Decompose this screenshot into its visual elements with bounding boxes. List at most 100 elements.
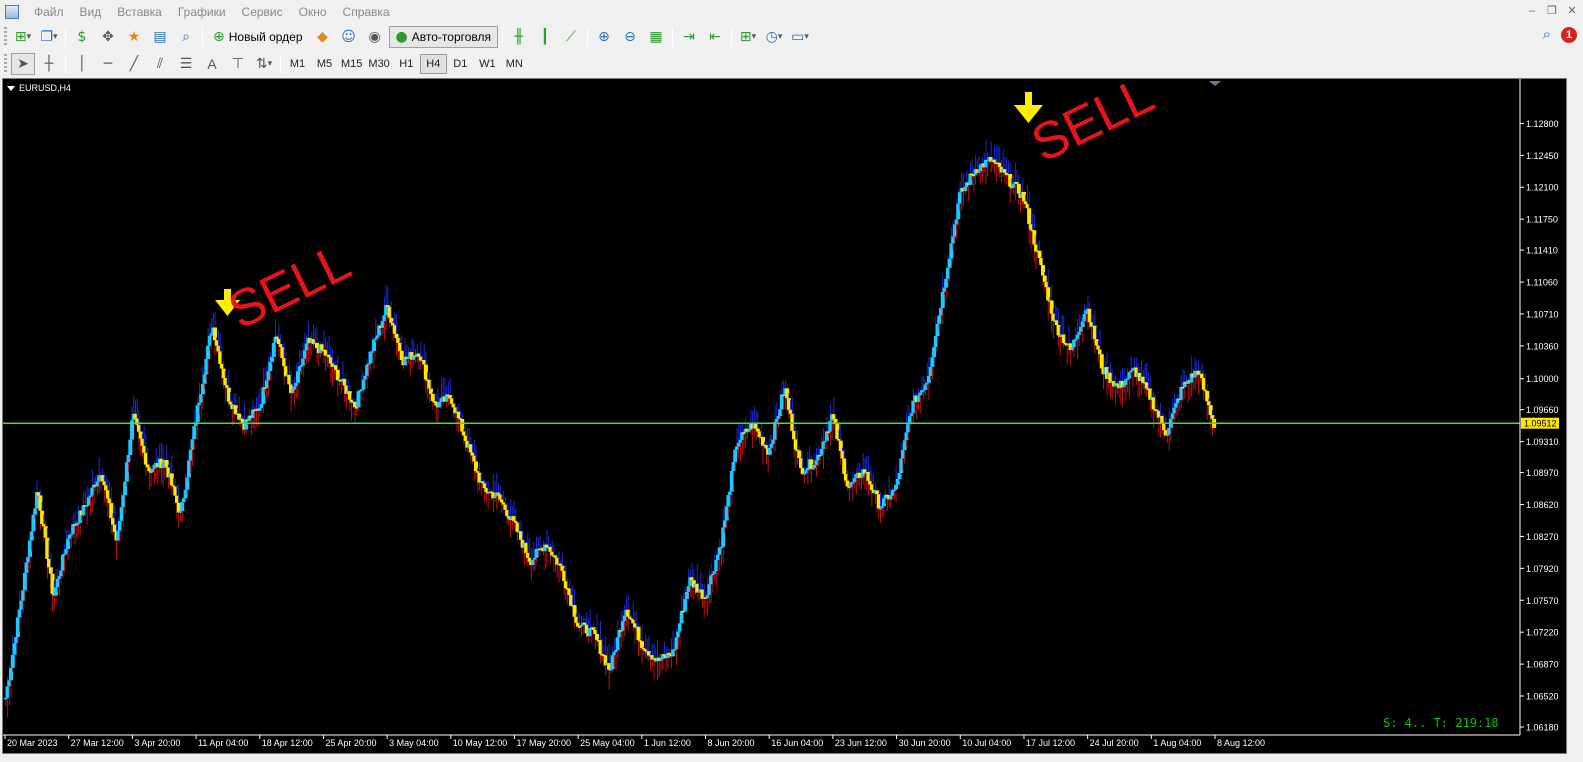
autotrading-button[interactable]: ● Авто-торговля	[388, 26, 499, 48]
zoom-out-button[interactable]: ⊖	[618, 26, 642, 48]
new-order-label: Новый ордер	[228, 30, 303, 44]
price-tick-label: 1.11410	[1526, 246, 1558, 256]
time-tick-label: 10 Jul 04:00	[962, 738, 1011, 748]
strategy-tester-button[interactable]: ⌕	[174, 26, 198, 48]
autotrading-icon: ●	[395, 29, 408, 45]
sell-label-2: SELL	[1023, 79, 1163, 174]
line-chart-button[interactable]: ⟋	[559, 26, 583, 48]
price-tick-label: 1.07570	[1526, 596, 1559, 606]
dropdown-arrow-icon: ▾	[751, 32, 757, 42]
toolbar-separator	[65, 54, 66, 74]
timeframe-m30[interactable]: M30	[365, 54, 392, 74]
menu-file[interactable]: Файл	[26, 0, 72, 24]
candles-layer	[3, 140, 1217, 717]
data-window-button[interactable]: ✥	[96, 26, 120, 48]
time-tick-label: 23 Jun 12:00	[835, 738, 887, 748]
time-tick-label: 16 Jun 04:00	[771, 738, 823, 748]
price-tick-label: 1.11060	[1526, 278, 1558, 288]
timeframe-w1[interactable]: W1	[474, 54, 501, 74]
toolbar-grip[interactable]	[4, 54, 7, 74]
cursor-tool-button[interactable]: ➤	[11, 53, 35, 75]
text-label-button[interactable]: ⊤	[226, 53, 250, 75]
dropdown-arrow-icon: ▾	[53, 32, 58, 42]
periods-button[interactable]: ◷ ▾	[762, 26, 786, 48]
auto-scroll-button[interactable]: ⇥	[677, 26, 701, 48]
restore-icon[interactable]: ❐	[1545, 4, 1559, 18]
new-order-icon: ⊕	[213, 29, 225, 45]
indicators-button[interactable]: ⊞ ▾	[736, 26, 760, 48]
time-tick-label: 10 May 12:00	[453, 738, 508, 748]
chart-window[interactable]: 1.12800 1.12450 1.12100 1.11750 1.11410 1.110…	[2, 78, 1567, 754]
arrows-button[interactable]: ⇅ ▾	[252, 53, 276, 75]
menu-view[interactable]: Вид	[72, 0, 110, 24]
tile-windows-button[interactable]: ▦	[644, 26, 668, 48]
horizontal-line-button[interactable]: ─	[96, 53, 120, 75]
chart-shift-button[interactable]: ⇤	[703, 26, 727, 48]
templates-button[interactable]: ▭ ▾	[788, 26, 812, 48]
navigator-button[interactable]: ★	[122, 26, 146, 48]
time-tick-label: 3 May 04:00	[389, 738, 439, 748]
vertical-line-button[interactable]: │	[70, 53, 94, 75]
community-button[interactable]: ☺	[337, 26, 361, 48]
bar-chart-button[interactable]: ╫	[507, 26, 531, 48]
candle-body	[937, 315, 942, 324]
time-tick-label: 18 Apr 12:00	[262, 738, 313, 748]
menu-tools[interactable]: Сервис	[234, 0, 291, 24]
price-tick-label: 1.10360	[1526, 341, 1559, 351]
right-window-margin	[1568, 78, 1583, 754]
new-chart-button[interactable]: ⊞ ▾	[11, 26, 35, 48]
terminal-button[interactable]: ▤	[148, 26, 172, 48]
candle-body	[932, 347, 937, 358]
app-logo-icon	[5, 5, 19, 19]
timeframe-m15[interactable]: M15	[338, 54, 365, 74]
drawing-toolbar: ➤ ┼ │ ─ ╱ ⫽ ☰ A ⊤ ⇅ ▾ M1 M5 M15 M30 H1 H4…	[0, 51, 1583, 77]
price-tick-label: 1.12800	[1526, 119, 1559, 129]
candle-body	[726, 495, 731, 507]
candlestick-chart-button[interactable]: ┃	[533, 26, 557, 48]
menu-insert[interactable]: Вставка	[109, 0, 170, 24]
price-chart[interactable]: 1.12800 1.12450 1.12100 1.11750 1.11410 1.110…	[3, 79, 1567, 754]
crosshair-tool-button[interactable]: ┼	[37, 53, 61, 75]
window-controls: ‒ ❐ ✕	[1525, 4, 1579, 18]
fibonacci-button[interactable]: ☰	[174, 53, 198, 75]
candle-body	[180, 502, 185, 512]
timeframe-d1[interactable]: D1	[447, 54, 474, 74]
signals-button[interactable]: ◉	[363, 26, 387, 48]
trendline-button[interactable]: ╱	[122, 53, 146, 75]
metaeditor-button[interactable]: ◆	[311, 26, 335, 48]
symbol-dropdown-icon[interactable]	[7, 86, 15, 91]
candle-body	[430, 393, 435, 402]
market-watch-icon: $	[77, 29, 87, 45]
candlestick-icon: ┃	[540, 29, 550, 45]
candle-body	[315, 342, 320, 349]
notifications-badge[interactable]: 1	[1561, 26, 1577, 43]
zoom-in-button[interactable]: ⊕	[592, 26, 616, 48]
dropdown-arrow-icon: ▾	[267, 59, 273, 69]
equidistant-channel-button[interactable]: ⫽	[148, 53, 172, 75]
current-price-label: 1.09512	[1524, 419, 1557, 429]
menu-window[interactable]: Окно	[291, 0, 335, 24]
text-tool-button[interactable]: A	[200, 53, 224, 75]
search-icon[interactable]: ⌕	[1543, 26, 1551, 43]
menu-help[interactable]: Справка	[335, 0, 398, 24]
dropdown-arrow-icon: ▾	[804, 32, 809, 42]
profiles-button[interactable]: ❐ ▾	[37, 26, 61, 48]
standard-toolbar: ⊞ ▾ ❐ ▾ $ ✥ ★ ▤ ⌕ ⊕ Новый ордер ◆ ☺ ◉ ● Авто…	[0, 24, 1583, 50]
timeframe-m1[interactable]: M1	[284, 54, 311, 74]
price-tick-label: 1.12100	[1526, 183, 1559, 193]
menu-charts[interactable]: Графики	[170, 0, 234, 24]
chart-shift-marker-icon[interactable]	[1209, 81, 1221, 86]
close-icon[interactable]: ✕	[1565, 4, 1579, 18]
market-watch-button[interactable]: $	[70, 26, 94, 48]
timeframe-mn[interactable]: MN	[501, 54, 528, 74]
candle-body	[62, 553, 67, 556]
time-tick-label: 8 Aug 12:00	[1217, 738, 1265, 748]
timeframe-h1[interactable]: H1	[393, 54, 420, 74]
candle-body	[1037, 250, 1042, 258]
toolbar-grip[interactable]	[4, 27, 7, 47]
timeframe-h4[interactable]: H4	[419, 54, 447, 74]
vertical-line-icon: │	[77, 56, 87, 72]
new-order-button[interactable]: ⊕ Новый ордер	[207, 26, 309, 48]
minimize-icon[interactable]: ‒	[1525, 4, 1539, 18]
timeframe-m5[interactable]: M5	[311, 54, 338, 74]
